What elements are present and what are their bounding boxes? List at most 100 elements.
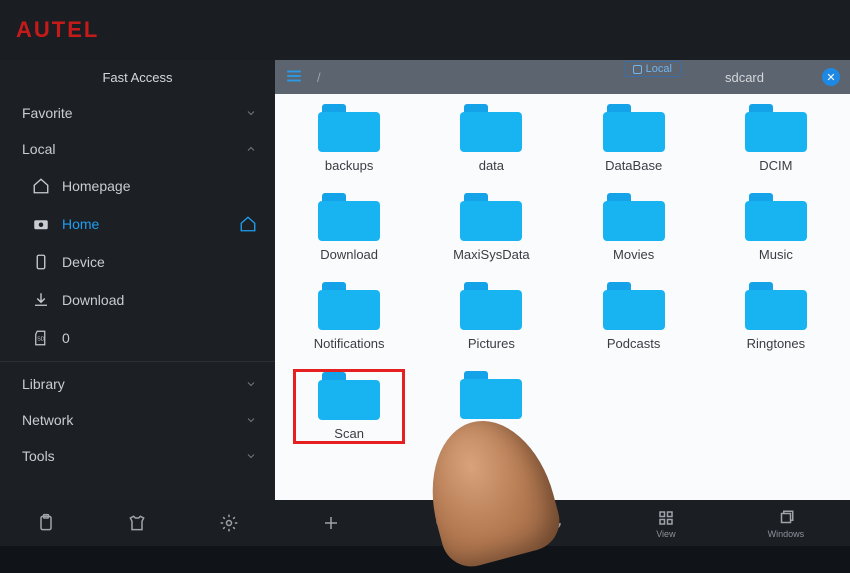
location-label: Local — [646, 63, 672, 75]
sdcard-icon: SD — [32, 329, 50, 347]
sidebar-group-network[interactable]: Network — [0, 402, 275, 438]
plus-icon — [321, 513, 341, 533]
brand-logo: AUTEL — [16, 17, 99, 43]
close-icon[interactable]: ✕ — [822, 68, 840, 86]
sidebar-item-homepage[interactable]: Homepage — [0, 167, 275, 205]
sidebar-group-local[interactable]: Local — [0, 131, 275, 167]
folder-tmp[interactable]: tmp — [435, 369, 547, 444]
bottombar-right: View Windows — [275, 508, 850, 539]
folder-icon — [460, 193, 522, 241]
folder-label: MaxiSysData — [453, 247, 530, 262]
download-icon — [32, 291, 50, 309]
path-current: sdcard — [725, 70, 764, 85]
chevron-down-icon — [245, 378, 257, 390]
folder-icon — [460, 104, 522, 152]
sidebar: Fast Access Favorite Local Homepage Home — [0, 60, 275, 500]
folder-label: DataBase — [605, 158, 662, 173]
sidebar-item-label: 0 — [62, 330, 70, 346]
add-button[interactable] — [321, 513, 341, 534]
refresh-icon — [544, 513, 564, 533]
folder-scan[interactable]: Scan — [293, 369, 405, 444]
menu-icon[interactable] — [285, 67, 303, 88]
content-pane: / Local sdcard ✕ backups data — [275, 60, 850, 500]
folder-icon — [745, 193, 807, 241]
location-badge[interactable]: Local — [624, 61, 681, 77]
shirt-icon[interactable] — [126, 512, 148, 534]
divider — [0, 361, 275, 362]
folder-icon — [603, 193, 665, 241]
sidebar-group-tools[interactable]: Tools — [0, 438, 275, 474]
sidebar-label: Tools — [22, 448, 55, 464]
folder-label: Scan — [334, 426, 364, 441]
folder-download[interactable]: Download — [293, 191, 405, 264]
folder-label: Pictures — [468, 336, 515, 351]
sidebar-label: Library — [22, 376, 65, 392]
sidebar-item-home[interactable]: Home — [0, 205, 275, 243]
bottombar-label: Windows — [768, 529, 805, 539]
sdcard-small-icon — [633, 65, 642, 74]
chevron-down-icon — [245, 107, 257, 119]
sidebar-group-library[interactable]: Library — [0, 366, 275, 402]
path-separator: / — [317, 70, 321, 85]
folder-pictures[interactable]: Pictures — [435, 280, 547, 353]
folder-icon — [318, 193, 380, 241]
svg-text:SD: SD — [37, 336, 45, 342]
home-active-icon — [239, 215, 257, 233]
folder-music[interactable]: Music — [720, 191, 832, 264]
folder-data[interactable]: data — [435, 102, 547, 175]
folder-label: Movies — [613, 247, 654, 262]
search-button[interactable] — [433, 513, 453, 534]
folder-label: tmp — [481, 425, 503, 440]
main-area: Fast Access Favorite Local Homepage Home — [0, 60, 850, 500]
folder-icon — [745, 104, 807, 152]
folder-icon — [603, 282, 665, 330]
bottombar-left — [0, 512, 275, 534]
folder-maxisysdata[interactable]: MaxiSysData — [435, 191, 547, 264]
grid-icon — [656, 508, 676, 528]
home-outline-icon — [32, 177, 50, 195]
folder-notifications[interactable]: Notifications — [293, 280, 405, 353]
folder-icon — [460, 371, 522, 419]
folder-icon — [745, 282, 807, 330]
chevron-down-icon — [245, 450, 257, 462]
sidebar-item-label: Download — [62, 292, 124, 308]
search-icon — [433, 513, 453, 533]
chevron-down-icon — [245, 414, 257, 426]
sidebar-label: Network — [22, 412, 73, 428]
clipboard-icon[interactable] — [35, 512, 57, 534]
bottombar-label: View — [656, 529, 675, 539]
sidebar-item-device[interactable]: Device — [0, 243, 275, 281]
folder-ringtones[interactable]: Ringtones — [720, 280, 832, 353]
folder-dcim[interactable]: DCIM — [720, 102, 832, 175]
folder-icon — [318, 372, 380, 420]
sidebar-item-label: Home — [62, 216, 99, 232]
folder-label: Download — [320, 247, 378, 262]
sidebar-item-download[interactable]: Download — [0, 281, 275, 319]
sidebar-item-label: Device — [62, 254, 105, 270]
sidebar-group-favorite[interactable]: Favorite — [0, 95, 275, 131]
folder-podcasts[interactable]: Podcasts — [578, 280, 690, 353]
folder-backups[interactable]: backups — [293, 102, 405, 175]
windows-button[interactable]: Windows — [768, 508, 805, 539]
path-bar: / Local sdcard ✕ — [275, 60, 850, 94]
folder-label: DCIM — [759, 158, 792, 173]
windows-icon — [776, 508, 796, 528]
folder-icon — [460, 282, 522, 330]
folder-label: Music — [759, 247, 793, 262]
bottombar: View Windows — [0, 500, 850, 546]
folder-grid-wrap: backups data DataBase DCIM Download — [275, 94, 850, 500]
folder-label: Notifications — [314, 336, 385, 351]
folder-label: Ringtones — [747, 336, 806, 351]
gear-icon[interactable] — [218, 512, 240, 534]
folder-database[interactable]: DataBase — [578, 102, 690, 175]
sidebar-label: Favorite — [22, 105, 73, 121]
folder-label: backups — [325, 158, 373, 173]
folder-icon — [318, 104, 380, 152]
sidebar-label: Local — [22, 141, 55, 157]
titlebar: AUTEL — [0, 0, 850, 60]
refresh-button[interactable] — [544, 513, 564, 534]
sidebar-item-sd[interactable]: SD 0 — [0, 319, 275, 357]
folder-movies[interactable]: Movies — [578, 191, 690, 264]
view-button[interactable]: View — [656, 508, 676, 539]
chevron-up-icon — [245, 143, 257, 155]
